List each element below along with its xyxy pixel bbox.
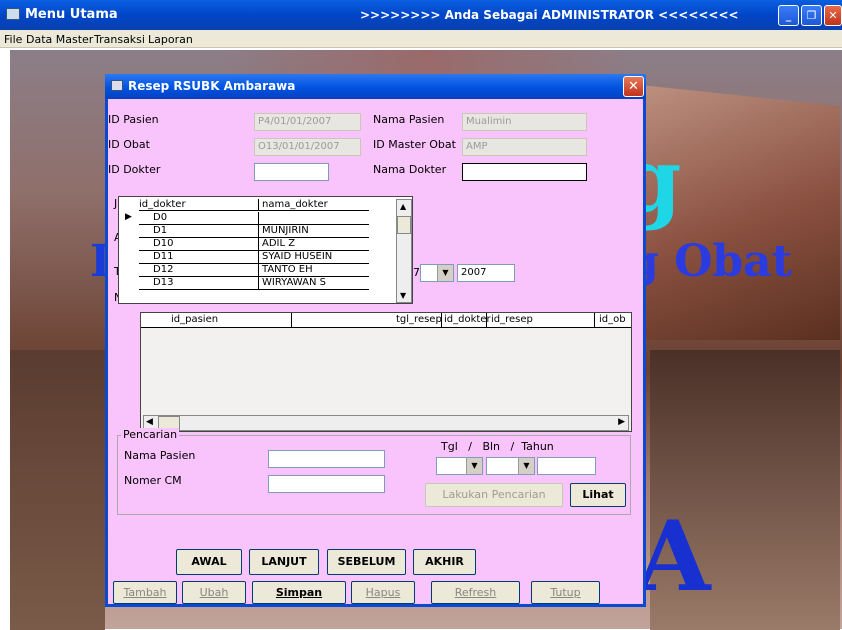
- label-search-nama-pasien: Nama Pasien: [124, 449, 196, 462]
- hidden-label-j: J: [114, 197, 118, 210]
- search-nomer-cm-input[interactable]: [268, 475, 385, 493]
- year-field[interactable]: 2007: [457, 264, 515, 282]
- scroll-down-icon[interactable]: ▼: [400, 291, 406, 300]
- dropdown-row[interactable]: D1 MUNJIRIN: [119, 225, 394, 238]
- dropdown-row[interactable]: D11 SYAID HUSEIN: [119, 251, 394, 264]
- scroll-right-icon[interactable]: ▶: [618, 417, 625, 427]
- resep-grid[interactable]: id_pasien tgl_resep id_dokter id_resep i…: [140, 312, 632, 432]
- sebelum-button[interactable]: SEBELUM: [327, 549, 406, 575]
- dialog-close-icon[interactable]: ✕: [623, 76, 644, 97]
- lanjut-button[interactable]: LANJUT: [249, 549, 319, 575]
- doctor-dropdown-grid[interactable]: id_dokter nama_dokter ▶ D0 D1 MUNJIRIN D10 AD…: [118, 196, 413, 304]
- dropdown-header: id_dokter nama_dokter: [119, 199, 394, 211]
- bg-text-a: A: [636, 500, 711, 613]
- view-button[interactable]: Lihat: [570, 483, 626, 507]
- cell-nama-dokter: [259, 212, 369, 225]
- search-day-select[interactable]: ▼: [436, 457, 483, 475]
- label-id-obat: ID Obat: [108, 138, 150, 151]
- col-id-dokter[interactable]: id_dokter: [444, 314, 491, 325]
- search-year-input[interactable]: [537, 457, 596, 475]
- close-icon[interactable]: ✕: [824, 5, 842, 26]
- grid-hscrollbar[interactable]: ◀ ▶: [143, 415, 629, 431]
- dropdown-scrollbar[interactable]: ▲ ▼: [396, 199, 412, 303]
- label-search-date: Tgl / Bln / Tahun: [441, 440, 554, 453]
- refresh-button[interactable]: Refresh: [431, 581, 520, 604]
- chevron-down-icon: ▼: [437, 265, 453, 281]
- label-id-pasien: ID Pasien: [108, 113, 159, 126]
- dropdown-row[interactable]: D12 TANTO EH: [119, 264, 394, 277]
- bg-text-obat: g Obat: [628, 236, 793, 287]
- cell-id-dokter: D10: [139, 238, 259, 251]
- dialog-titlebar: Resep RSUBK Ambarawa ✕: [105, 74, 646, 99]
- search-month-select[interactable]: ▼: [486, 457, 535, 475]
- search-group-label: Pencarian: [121, 428, 180, 441]
- label-nama-dokter: Nama Dokter: [373, 163, 447, 176]
- row-selector-icon: ▶: [125, 212, 132, 222]
- label-nama-pasien: Nama Pasien: [373, 113, 445, 126]
- cell-nama-dokter: WIRYAWAN S: [259, 277, 369, 290]
- akhir-button[interactable]: AKHIR: [413, 549, 476, 575]
- label-search-nomer-cm: Nomer CM: [124, 474, 182, 487]
- cell-nama-dokter: TANTO EH: [259, 264, 369, 277]
- hapus-button[interactable]: Hapus: [351, 581, 415, 604]
- id-dokter-field[interactable]: [254, 163, 329, 181]
- minimize-icon[interactable]: _: [778, 5, 799, 26]
- dialog-title: Resep RSUBK Ambarawa: [128, 79, 296, 93]
- tambah-button[interactable]: Tambah: [113, 581, 177, 604]
- label-id-dokter: ID Dokter: [108, 163, 161, 176]
- scroll-left-icon[interactable]: ◀: [146, 417, 153, 427]
- cell-id-dokter: D12: [139, 264, 259, 277]
- menu-transaksi[interactable]: Transaksi: [94, 33, 145, 46]
- menu-laporan[interactable]: Laporan: [148, 33, 193, 46]
- tutup-button[interactable]: Tutup: [531, 581, 600, 604]
- main-window-titlebar: Menu Utama >>>>>>>> Anda Sebagai ADMINIS…: [0, 0, 842, 30]
- ubah-button[interactable]: Ubah: [182, 581, 246, 604]
- cell-nama-dokter: ADIL Z: [259, 238, 369, 251]
- id-obat-field[interactable]: O13/01/01/2007: [254, 138, 361, 156]
- menu-file[interactable]: File: [4, 33, 22, 46]
- chevron-down-icon: ▼: [518, 458, 534, 474]
- simpan-button[interactable]: Simpan: [252, 581, 346, 604]
- nama-dokter-field[interactable]: [462, 163, 587, 181]
- chevron-down-icon: ▼: [466, 458, 482, 474]
- month-select[interactable]: ▼: [420, 264, 454, 282]
- awal-button[interactable]: AWAL: [176, 549, 242, 575]
- col-tgl-resep[interactable]: tgl_resep: [396, 314, 442, 325]
- dropdown-scroll-thumb[interactable]: [397, 216, 411, 234]
- dropdown-row[interactable]: D13 WIRYAWAN S: [119, 277, 394, 290]
- cell-id-dokter: D13: [139, 277, 259, 290]
- id-pasien-field[interactable]: P4/01/01/2007: [254, 113, 361, 131]
- cell-nama-dokter: SYAID HUSEIN: [259, 251, 369, 264]
- dropdown-row[interactable]: D10 ADIL Z: [119, 238, 394, 251]
- col-id-pasien[interactable]: id_pasien: [171, 314, 218, 325]
- maximize-icon[interactable]: ❐: [801, 5, 822, 26]
- id-master-obat-field[interactable]: AMP: [462, 138, 587, 156]
- label-id-master-obat: ID Master Obat: [373, 138, 456, 151]
- date-day-partial: 7: [413, 266, 420, 279]
- grid-header: id_pasien tgl_resep id_dokter id_resep i…: [141, 313, 631, 328]
- scroll-up-icon[interactable]: ▲: [400, 202, 406, 211]
- dialog-icon: [111, 80, 123, 91]
- search-button[interactable]: Lakukan Pencarian: [425, 483, 563, 507]
- admin-banner: >>>>>>>> Anda Sebagai ADMINISTRATOR <<<<…: [360, 8, 739, 22]
- col-id-obat[interactable]: id_ob: [599, 314, 626, 325]
- col-id-resep[interactable]: id_resep: [491, 314, 533, 325]
- cell-id-dokter: D11: [139, 251, 259, 264]
- dropdown-row[interactable]: ▶ D0: [119, 212, 394, 225]
- menu-bar: File Data Master Transaksi Laporan: [0, 30, 842, 48]
- menu-data-master[interactable]: Data Master: [26, 33, 93, 46]
- app-icon: [6, 8, 20, 20]
- cell-nama-dokter: MUNJIRIN: [259, 225, 369, 238]
- search-nama-pasien-input[interactable]: [268, 450, 385, 468]
- main-window-title: Menu Utama: [25, 7, 118, 22]
- cell-id-dokter: D1: [139, 225, 259, 238]
- cell-id-dokter: D0: [139, 212, 259, 225]
- nama-pasien-field[interactable]: Mualimin: [462, 113, 587, 131]
